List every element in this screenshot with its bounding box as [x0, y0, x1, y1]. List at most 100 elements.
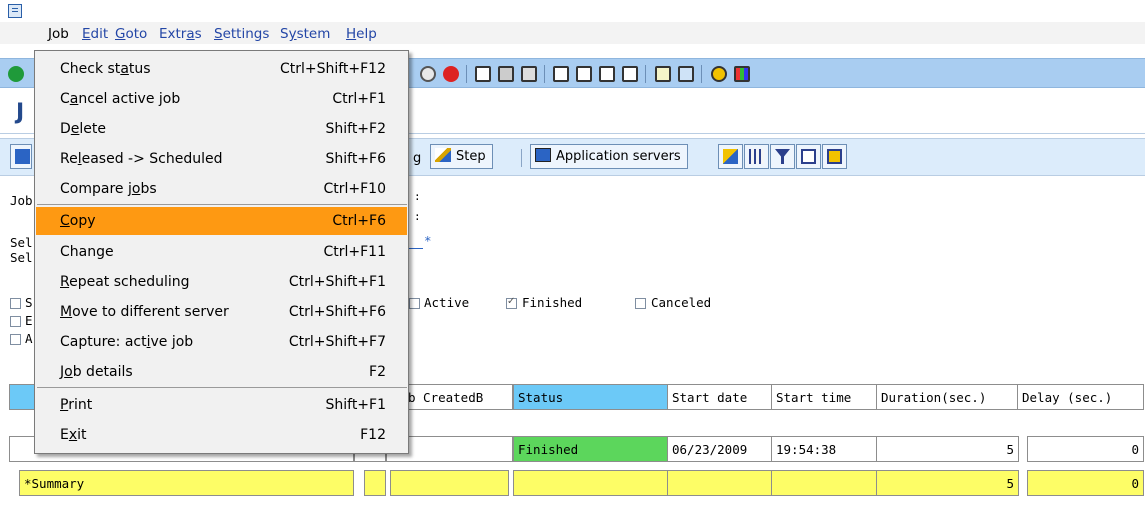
- help-icon[interactable]: [711, 66, 727, 82]
- shortcut-label: Shift+F6: [325, 151, 386, 167]
- window-icon[interactable]: [8, 4, 22, 18]
- filter-icon: [775, 149, 790, 164]
- shortcut-label: F2: [369, 364, 386, 380]
- row-start-time-cell: 19:54:38: [771, 436, 878, 462]
- menu-system[interactable]: System: [280, 26, 330, 42]
- column-header-start-date[interactable]: Start date: [667, 384, 773, 410]
- shortcut-label: F12: [360, 427, 386, 443]
- create-session-icon[interactable]: [655, 66, 671, 82]
- row-start-date-cell: 06/23/2009: [667, 436, 773, 462]
- layout-icon[interactable]: [734, 66, 750, 82]
- column-header-created-by[interactable]: b CreatedB: [403, 384, 513, 410]
- field-underline: [409, 248, 423, 249]
- checkbox-a-label: A: [25, 331, 33, 346]
- prev-page-icon[interactable]: [576, 66, 592, 82]
- column-header-delay[interactable]: Delay (sec.): [1017, 384, 1144, 410]
- row-duration-cell: 5: [876, 436, 1019, 462]
- sort-icon: [723, 149, 738, 164]
- menubar: Job Edit Goto Extras Settings System Hel…: [0, 22, 1145, 44]
- menu-item-compare-jobs[interactable]: Compare jobs Ctrl+F10: [36, 175, 407, 203]
- shortcut-icon[interactable]: [678, 66, 694, 82]
- menu-item-capture-active-job[interactable]: Capture: active job Ctrl+Shift+F7: [36, 328, 407, 356]
- summary-duration-cell: 5: [876, 470, 1019, 496]
- menu-settings[interactable]: Settings: [214, 26, 269, 42]
- menu-help[interactable]: Help: [346, 26, 377, 42]
- find-icon[interactable]: [498, 66, 514, 82]
- sum-button[interactable]: [822, 144, 847, 169]
- menu-item-cancel-active-job[interactable]: Cancel active job Ctrl+F1: [36, 85, 407, 113]
- shortcut-label: Shift+F2: [325, 121, 386, 137]
- shortcut-label: Ctrl+F11: [323, 244, 386, 260]
- summary-start-date-cell: [667, 470, 773, 496]
- status-active-label: Active: [424, 295, 470, 310]
- column-header-start-time[interactable]: Start time: [771, 384, 878, 410]
- checkbox-e[interactable]: [10, 316, 21, 327]
- summary-status-cell: [513, 470, 669, 496]
- next-page-icon[interactable]: [599, 66, 615, 82]
- step-icon: [435, 148, 451, 162]
- menu-item-print[interactable]: Print Shift+F1: [36, 391, 407, 419]
- sum-icon: [827, 149, 842, 164]
- menu-item-repeat-scheduling[interactable]: Repeat scheduling Ctrl+Shift+F1: [36, 268, 407, 296]
- checkbox-a[interactable]: [10, 334, 21, 345]
- shortcut-label: Ctrl+F6: [332, 213, 386, 229]
- column-header-status[interactable]: Status: [513, 384, 669, 410]
- status-finished-label: Finished: [522, 295, 583, 310]
- last-page-icon[interactable]: [622, 66, 638, 82]
- checkbox-e-label: E: [25, 313, 33, 328]
- grid-button[interactable]: [744, 144, 769, 169]
- print-list-icon: [801, 149, 816, 164]
- column-header-duration[interactable]: Duration(sec.): [876, 384, 1019, 410]
- menu-item-released-scheduled[interactable]: Released -> Scheduled Shift+F6: [36, 145, 407, 173]
- filter-button[interactable]: [770, 144, 795, 169]
- summary-created-by-cell: [390, 470, 509, 496]
- shortcut-label: Ctrl+Shift+F1: [288, 274, 386, 290]
- menu-goto[interactable]: Goto: [115, 26, 147, 42]
- checkbox-active[interactable]: [409, 298, 420, 309]
- print-list-button[interactable]: [796, 144, 821, 169]
- print-icon[interactable]: [475, 66, 491, 82]
- summary-delay-cell: 0: [1027, 470, 1144, 496]
- shortcut-label: Ctrl+Shift+F7: [288, 334, 386, 350]
- shortcut-label: Ctrl+Shift+F6: [288, 304, 386, 320]
- menu-item-copy[interactable]: Copy Ctrl+F6: [36, 207, 407, 235]
- summary-start-time-cell: [771, 470, 878, 496]
- menu-item-job-details[interactable]: Job details F2: [36, 358, 407, 386]
- menu-separator: [37, 387, 407, 388]
- sort-button[interactable]: [718, 144, 743, 169]
- row-delay-cell: 0: [1027, 436, 1144, 462]
- application-servers-button[interactable]: Application servers: [530, 144, 688, 169]
- find-next-icon[interactable]: [521, 66, 537, 82]
- menu-item-change[interactable]: Change Ctrl+F11: [36, 238, 407, 266]
- row-status-cell: Finished: [513, 436, 669, 462]
- shortcut-label: Ctrl+F10: [323, 181, 386, 197]
- menu-edit[interactable]: Edit: [82, 26, 108, 42]
- status-canceled-label: Canceled: [651, 295, 712, 310]
- grid-icon: [749, 149, 764, 164]
- menu-item-move-to-different-server[interactable]: Move to different server Ctrl+Shift+F6: [36, 298, 407, 326]
- shortcut-label: Shift+F1: [325, 397, 386, 413]
- menu-separator: [37, 204, 407, 205]
- checkbox-finished[interactable]: [506, 296, 517, 309]
- menu-job[interactable]: Job: [48, 26, 69, 42]
- first-page-icon[interactable]: [553, 66, 569, 82]
- menu-item-exit[interactable]: Exit F12: [36, 421, 407, 449]
- job-menu-dropdown: Check status Ctrl+Shift+F12 Cancel activ…: [34, 50, 409, 454]
- field-label-sel-2: Sel: [10, 250, 33, 265]
- refresh-button[interactable]: [10, 144, 32, 169]
- summary-label-cell: *Summary: [19, 470, 354, 496]
- checkbox-s[interactable]: [10, 298, 21, 309]
- cancel-icon[interactable]: [420, 66, 436, 82]
- field-colon-1: :: [414, 190, 421, 203]
- menu-item-delete[interactable]: Delete Shift+F2: [36, 115, 407, 143]
- field-label-sel-1: Sel: [10, 235, 33, 250]
- field-label-job: Job: [10, 193, 33, 208]
- menu-item-check-status[interactable]: Check status Ctrl+Shift+F12: [36, 55, 407, 83]
- shortcut-label: Ctrl+F1: [332, 91, 386, 107]
- checkbox-canceled[interactable]: [635, 298, 646, 309]
- summary-icon-cell: [364, 470, 386, 496]
- cancel-icon[interactable]: [443, 66, 459, 82]
- step-button[interactable]: Step: [430, 144, 493, 169]
- menu-extras[interactable]: Extras: [159, 26, 202, 42]
- enter-icon[interactable]: [8, 66, 24, 82]
